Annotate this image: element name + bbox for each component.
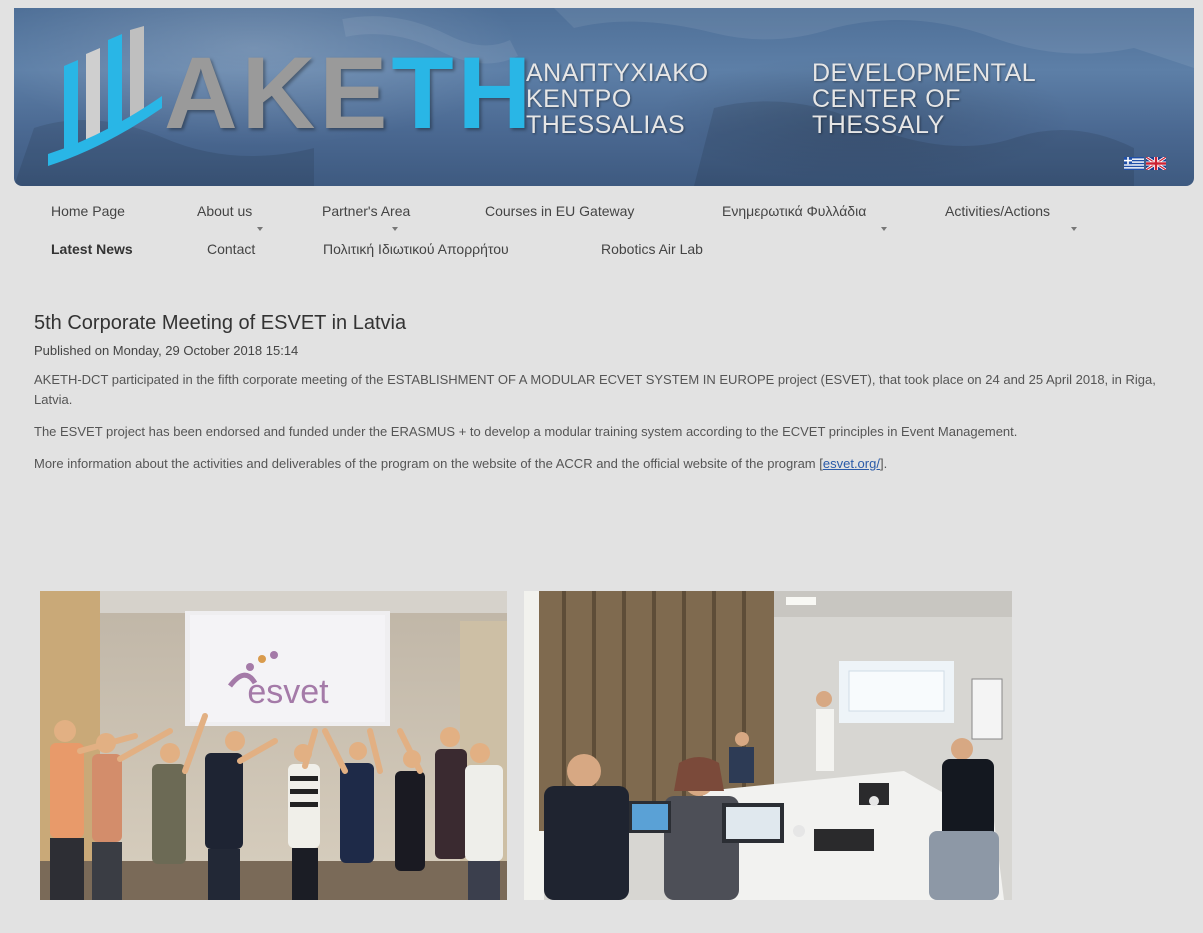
aketh-logo-text[interactable]: AKETH (164, 42, 535, 144)
meeting-room-photo-image (524, 591, 1012, 900)
nav-privacy-policy[interactable]: Πολιτική Ιδιωτικού Απορρήτου (323, 241, 509, 257)
nav-partners-area[interactable]: Partner's Area (322, 203, 410, 219)
nav-contact[interactable]: Contact (207, 241, 255, 257)
main-navigation: Home Page About us Partner's Area Course… (0, 195, 1203, 275)
tagline-line: ΚΕΝΤΡΟ (526, 85, 632, 113)
language-switcher (1124, 157, 1166, 170)
article: 5th Corporate Meeting of ESVET in Latvia… (34, 312, 1174, 474)
nav-activities-actions[interactable]: Activities/Actions (945, 203, 1050, 219)
esvet-screen-text: esvet (247, 673, 329, 711)
article-paragraph-3: More information about the activities an… (34, 454, 1174, 474)
leaflets-dropdown-icon[interactable] (881, 227, 887, 231)
article-paragraph-2: The ESVET project has been endorsed and … (34, 424, 1018, 439)
nav-latest-news[interactable]: Latest News (51, 241, 133, 257)
tagline-line: THESSALY (812, 111, 945, 139)
aketh-logo-icon[interactable] (44, 26, 164, 166)
tagline-line: DEVELOPMENTAL (812, 59, 1037, 87)
article-paragraph-1: AKETH-DCT participated in the fifth corp… (34, 372, 1156, 407)
tagline-line: CENTER OF (812, 85, 961, 113)
logo-letters-gray: AKE (164, 36, 392, 150)
nav-home-page[interactable]: Home Page (51, 203, 125, 219)
tagline-line: ΑΝΑΠΤΥΧΙΑΚΟ (526, 59, 709, 87)
tagline-line: THESSALIAS (526, 111, 686, 139)
logo-letters-blue: TH (391, 36, 536, 150)
group-photo-image: esvet (40, 591, 507, 900)
uk-flag-icon[interactable] (1146, 157, 1166, 170)
published-date: Published on Monday, 29 October 2018 15:… (34, 343, 299, 358)
greek-flag-icon[interactable] (1124, 157, 1144, 170)
tagline-english: DEVELOPMENTAL CENTER OF THESSALY (812, 60, 1036, 138)
nav-about-us[interactable]: About us (197, 203, 252, 219)
nav-courses-eu-gateway[interactable]: Courses in EU Gateway (485, 203, 634, 219)
partners-area-dropdown-icon[interactable] (392, 227, 398, 231)
esvet-website-link[interactable]: esvet.org/ (823, 456, 880, 471)
nav-informative-leaflets[interactable]: Ενημερωτικά Φυλλάδια (722, 203, 866, 219)
header-banner: AKETH ΑΝΑΠΤΥΧΙΑΚΟ ΚΕΝΤΡΟ THESSALIAS DEVE… (14, 8, 1194, 186)
nav-robotics-air-lab[interactable]: Robotics Air Lab (601, 241, 703, 257)
meeting-room-photo[interactable] (524, 591, 1012, 900)
article-title[interactable]: 5th Corporate Meeting of ESVET in Latvia (34, 312, 1174, 335)
activities-dropdown-icon[interactable] (1071, 227, 1077, 231)
tagline-greek: ΑΝΑΠΤΥΧΙΑΚΟ ΚΕΝΤΡΟ THESSALIAS (526, 60, 709, 138)
about-us-dropdown-icon[interactable] (257, 227, 263, 231)
group-photo[interactable]: esvet (40, 591, 507, 900)
paragraph-end: ]. (879, 456, 888, 471)
paragraph-text: More information about the activities an… (34, 456, 823, 471)
